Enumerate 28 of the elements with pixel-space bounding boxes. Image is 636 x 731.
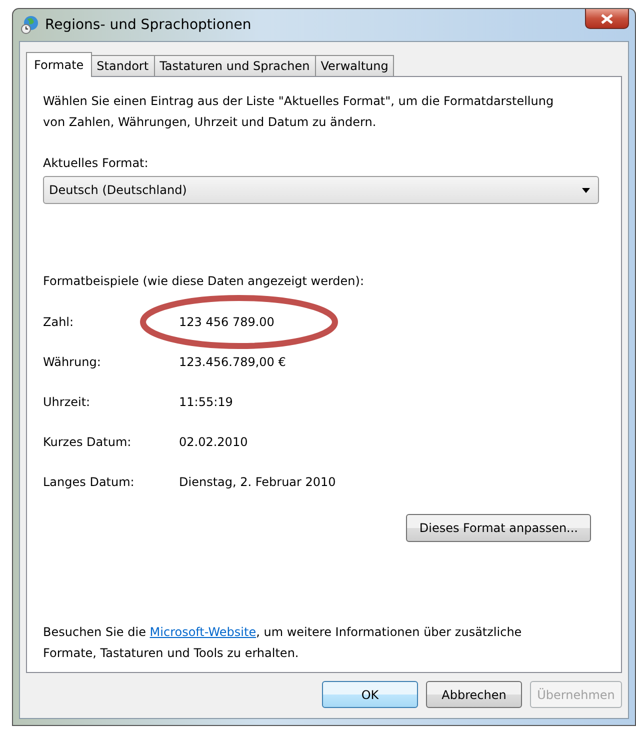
globe-clock-icon	[21, 15, 39, 35]
close-icon	[601, 14, 613, 24]
tab[interactable]: Tastaturen und Sprachen	[154, 55, 316, 76]
close-button[interactable]	[585, 9, 629, 29]
example-value: 02.02.2010	[179, 435, 248, 449]
example-label: Kurzes Datum:	[43, 435, 132, 449]
example-label: Zahl:	[43, 315, 75, 329]
dialog-button[interactable]: Abbrechen	[426, 681, 522, 708]
website-link[interactable]: Microsoft-Website	[150, 625, 256, 639]
example-value: 123.456.789,00 €	[179, 355, 286, 369]
format-dropdown[interactable]: Deutsch (Deutschland)	[43, 176, 599, 204]
intro-text: Wählen Sie einen Eintrag aus der Liste "Aktuelles Format", um die Formatdarstellung von Zahlen, Währungen, Uhrzeit und Datum zu ändern.	[43, 93, 555, 131]
example-value: 11:55:19	[179, 395, 233, 409]
dialog-button[interactable]: OK	[322, 681, 418, 708]
example-value: 123 456 789.00	[179, 315, 274, 329]
examples-heading: Formatbeispiele (wie diese Daten angezeigt werden):	[43, 274, 366, 288]
footer-text: Besuchen Sie die Microsoft-Website, um weitere Informationen über zusätzliche Formate, Tastaturen und Tools zu erhalten.	[43, 624, 523, 662]
window-title: Regions- und Sprachoptionen	[45, 17, 252, 33]
example-label: Langes Datum:	[43, 475, 136, 489]
example-label: Uhrzeit:	[43, 395, 92, 409]
tab[interactable]: Verwaltung	[314, 55, 394, 76]
field-label: Aktuelles Format:	[43, 156, 150, 170]
example-value: Dienstag, 2. Februar 2010	[179, 475, 336, 489]
tab[interactable]: Formate	[26, 52, 92, 77]
example-label: Währung:	[43, 355, 102, 369]
customize-format-button[interactable]: Dieses Format anpassen...	[406, 514, 591, 542]
tab[interactable]: Standort	[90, 55, 155, 76]
caret-icon	[582, 188, 590, 192]
